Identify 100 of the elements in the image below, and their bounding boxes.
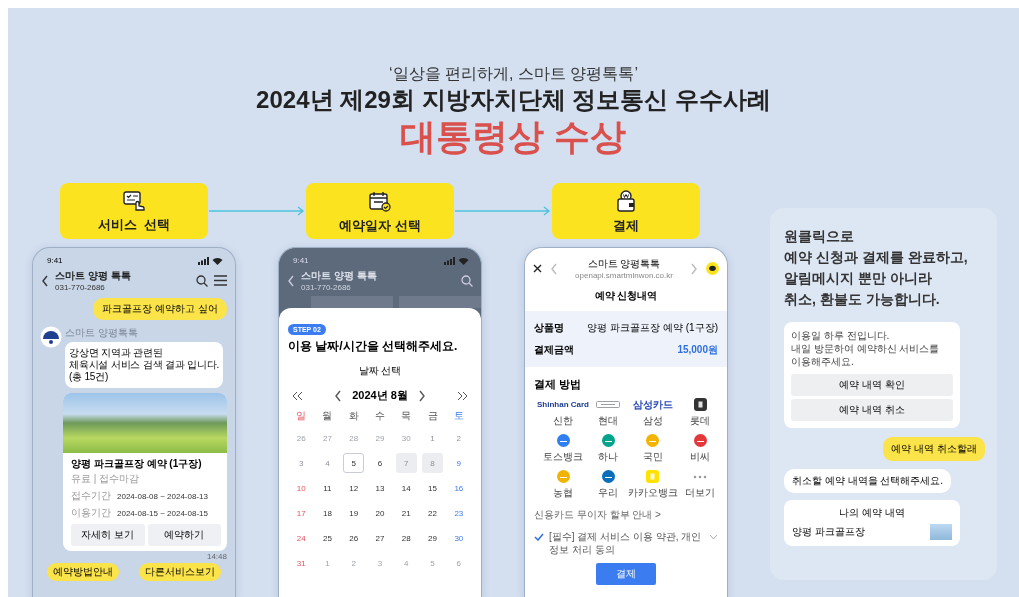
field-value: 2024-08-08 ~ 2024-08-13: [117, 491, 208, 501]
card-title: 양평 파크골프장 예약 (1구장): [71, 457, 203, 471]
weekday-label: 금: [427, 409, 438, 423]
calendar-day[interactable]: 22: [422, 503, 444, 523]
status-time: 9:41: [293, 256, 310, 265]
calendar-day[interactable]: 18: [316, 503, 338, 523]
calendar-day[interactable]: 9: [448, 453, 470, 473]
card-logo: Shinhan Card: [537, 400, 589, 409]
field-label: 이용기간: [71, 506, 111, 520]
payment-option[interactable]: 농협: [553, 486, 573, 500]
close-icon[interactable]: [533, 264, 542, 273]
calendar-day[interactable]: 24: [290, 528, 312, 548]
chat-title: 스마트 양평 톡톡: [301, 269, 378, 283]
calendar-check-icon: [369, 190, 391, 212]
calendar-day[interactable]: 27: [369, 528, 391, 548]
calendar-day[interactable]: 10: [290, 478, 312, 498]
next-month-icon[interactable]: [417, 389, 426, 402]
calendar-day[interactable]: 15: [422, 478, 444, 498]
payment-option[interactable]: 우리: [598, 486, 619, 500]
calendar-day[interactable]: 16: [448, 478, 470, 498]
next-year-icon[interactable]: [457, 390, 468, 401]
card-logo: 삼성카드: [632, 400, 673, 409]
weekday-label: 월: [322, 409, 333, 423]
message-button[interactable]: 예약 내역 취소: [791, 399, 953, 421]
step-label: 예약일자 선택: [339, 216, 421, 235]
search-icon[interactable]: [196, 274, 208, 287]
calendar-day[interactable]: 29: [422, 528, 444, 548]
payment-option[interactable]: 카카오뱅크: [627, 486, 678, 500]
menu-icon[interactable]: [214, 275, 227, 286]
avatar-icon: [40, 326, 62, 348]
field-label: 상품명: [534, 321, 564, 335]
calendar-day[interactable]: 26: [343, 528, 365, 548]
section-heading: 결제 방법: [534, 378, 582, 390]
month-label: 2024년 8월: [352, 388, 408, 403]
sender-name: 스마트 양평톡톡: [65, 326, 139, 340]
calendar-day[interactable]: 17: [290, 503, 312, 523]
headline: 2024년 제29회 지방자치단체 정보통신 우수사례: [256, 86, 771, 113]
field-value: 15,000원: [677, 343, 718, 357]
calendar-day[interactable]: 14: [395, 478, 417, 498]
weekday-label: 화: [348, 409, 359, 423]
checkbox-icon[interactable]: [534, 533, 544, 541]
weekday-label: 일: [296, 409, 307, 423]
calendar-day[interactable]: 11: [316, 478, 338, 498]
back-icon[interactable]: [334, 389, 343, 402]
calendar-day[interactable]: 19: [343, 503, 365, 523]
more-icon: [693, 474, 707, 479]
payment-option[interactable]: 토스뱅크: [543, 450, 583, 464]
browser-title: 스마트 양평톡톡: [587, 257, 661, 271]
step-label: 결제: [613, 217, 639, 235]
card-button[interactable]: 자세히 보기: [71, 524, 145, 546]
calendar-day[interactable]: 30: [448, 528, 470, 548]
wifi-icon: [212, 256, 223, 265]
agreement-text: [필수] 결제 서비스 이용 약관, 개인정보 처리 동의: [549, 530, 703, 556]
sheet-heading: 이용 날짜/시간을 선택해주세요.: [288, 339, 458, 353]
calendar-day[interactable]: 12: [343, 478, 365, 498]
user-message: 파크골프장 예약하고 싶어: [93, 298, 227, 320]
wifi-icon: [458, 256, 469, 265]
payment-option[interactable]: 국민: [642, 450, 663, 464]
payment-option[interactable]: 롯데: [690, 414, 710, 428]
chat-bubble-icon[interactable]: [706, 262, 719, 275]
calendar-day[interactable]: 25: [316, 528, 338, 548]
phone-number: 031-770-2686: [55, 283, 106, 292]
calendar-day[interactable]: 13: [369, 478, 391, 498]
calendar-day[interactable]: 31: [290, 553, 312, 573]
section-label: 날짜 선택: [358, 365, 402, 376]
payment-option[interactable]: 비씨: [690, 450, 710, 464]
phone-number: 031-770-2686: [301, 283, 352, 292]
payment-option[interactable]: 하나: [598, 450, 619, 464]
step-label: 서비스 선택: [97, 216, 171, 234]
tagline: ‘일상을 편리하게, 스마트 양평톡톡’: [389, 65, 638, 82]
list-item[interactable]: 양평 파크골프장: [792, 525, 865, 539]
wallet-coin-icon: [616, 190, 636, 212]
quick-reply[interactable]: 예약방법안내: [47, 563, 119, 581]
back-icon[interactable]: [41, 274, 49, 287]
calendar-day[interactable]: 21: [395, 503, 417, 523]
feature-description: 원클릭으로 예약 신청과 결제를 완료하고, 알림메시지 뿐만 아니라 취소, 환불도 가능합니다.: [784, 228, 968, 307]
calendar-day[interactable]: 20: [369, 503, 391, 523]
message-button[interactable]: 예약 내역 확인: [791, 374, 953, 396]
calendar-day[interactable]: 6: [369, 453, 391, 473]
payment-option[interactable]: 더보기: [685, 486, 715, 500]
card-button[interactable]: 예약하기: [147, 524, 221, 546]
quick-reply[interactable]: 다른서비스보기: [139, 563, 221, 581]
previous-year-icon[interactable]: [292, 390, 303, 401]
payment-option[interactable]: 삼성: [642, 414, 663, 428]
list-title: 나의 예약 내역: [839, 507, 905, 518]
calendar-day[interactable]: 5: [343, 453, 365, 473]
payment-option[interactable]: 현대: [598, 414, 619, 428]
award-title: 대통령상 수상: [400, 116, 627, 157]
chat-title: 스마트 양평 톡톡: [55, 269, 132, 283]
bot-message: 취소할 예약 내역을 선택해주세요.: [784, 469, 952, 493]
payment-option[interactable]: 신한: [553, 414, 573, 428]
signal-icon: [198, 256, 209, 265]
weekday-label: 목: [401, 409, 412, 423]
calendar-day[interactable]: 23: [448, 503, 470, 523]
message-time: 14:48: [206, 552, 227, 561]
page-url: openapi.smartminwon.co.kr: [575, 271, 673, 280]
calendar-day[interactable]: 28: [395, 528, 417, 548]
field-value: 2024-08-15 ~ 2024-08-15: [117, 508, 208, 518]
installment-link[interactable]: 신용카드 무이자 할부 안내 >: [534, 509, 661, 520]
pay-button[interactable]: 결제: [596, 563, 656, 585]
